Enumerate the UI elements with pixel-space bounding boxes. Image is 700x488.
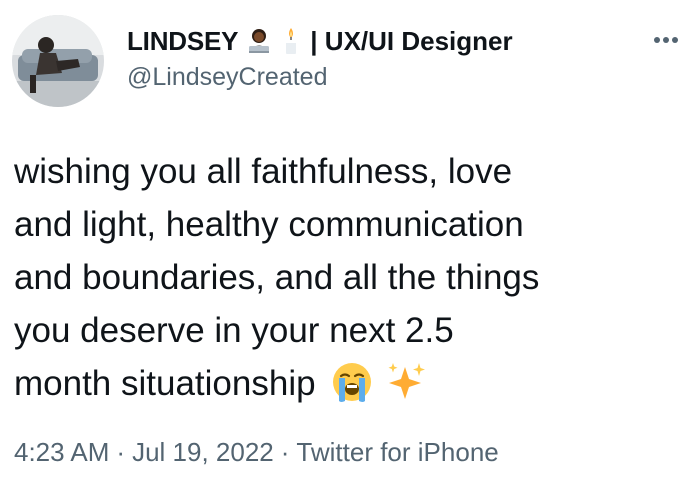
sparkles-icon — [385, 361, 427, 418]
loudly-crying-face-icon — [331, 361, 373, 418]
meta-separator: · — [116, 437, 126, 467]
tweet-card: LINDSEY | UX/UI Designer @LindseyCreated — [0, 0, 700, 488]
tweet-time[interactable]: 4:23 AM — [14, 437, 109, 467]
avatar-photo-icon — [12, 15, 104, 107]
more-options-button[interactable] — [646, 24, 686, 56]
more-dots-icon — [654, 37, 678, 43]
tweet-source[interactable]: Twitter for iPhone — [296, 437, 498, 467]
tweet-text-line: and light, healthy communication — [14, 205, 524, 244]
woman-technologist-dark-skin-icon — [244, 26, 274, 56]
author-title: | UX/UI Designer — [310, 25, 513, 56]
author-name-row: LINDSEY | UX/UI Designer — [127, 24, 513, 58]
author-display-name[interactable]: LINDSEY — [127, 26, 238, 57]
tweet-meta: 4:23 AM · Jul 19, 2022 · Twitter for iPhone — [14, 437, 499, 468]
tweet-text-line: month situationship — [14, 364, 316, 403]
tweet-text-last-line: month situationship — [14, 357, 684, 418]
tweet-text-line: and boundaries, and all the things — [14, 258, 540, 297]
tweet-date[interactable]: Jul 19, 2022 — [132, 437, 274, 467]
avatar[interactable] — [12, 15, 104, 107]
meta-separator: · — [280, 437, 290, 467]
tweet-text-line: you deserve in your next 2.5 — [14, 311, 454, 350]
candle-icon — [278, 26, 304, 56]
tweet-text: wishing you all faithfulness, love and l… — [14, 145, 684, 418]
tweet-text-line: wishing you all faithfulness, love — [14, 152, 513, 191]
author-handle[interactable]: @LindseyCreated — [127, 63, 328, 92]
